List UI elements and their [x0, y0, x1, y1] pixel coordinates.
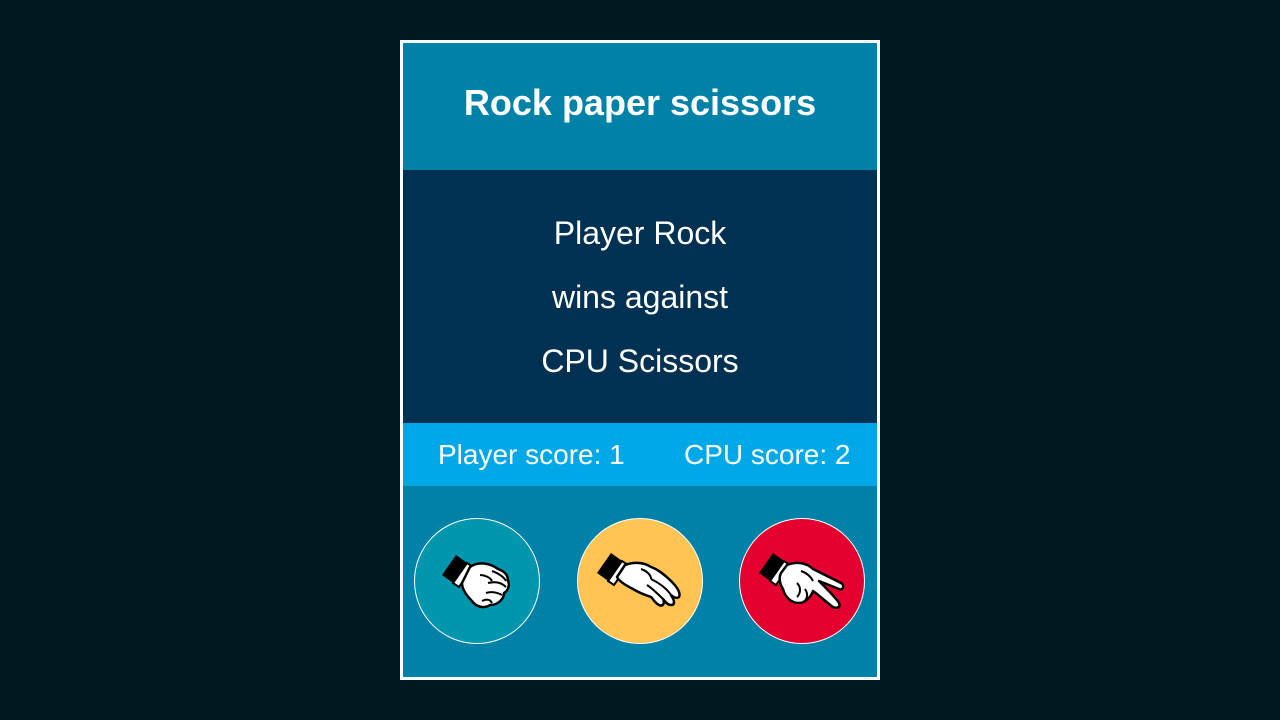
score-bar: Player score: 1 CPU score: 2	[403, 423, 877, 486]
result-player-choice: Player Rock	[553, 215, 727, 251]
game-title: Rock paper scissors	[463, 81, 817, 123]
scissors-button[interactable]	[739, 518, 865, 644]
result-outcome: wins against	[551, 279, 729, 315]
fist-hand-icon	[442, 555, 511, 609]
open-hand-icon	[597, 553, 681, 607]
choices-panel	[403, 486, 877, 677]
game-card: Rock paper scissors Player Rock wins aga…	[400, 40, 880, 680]
peace-hand-icon	[759, 553, 845, 610]
paper-button[interactable]	[577, 518, 703, 644]
result-cpu-choice: CPU Scissors	[541, 343, 739, 379]
header: Rock paper scissors	[403, 43, 877, 170]
cpu-score: CPU score: 2	[684, 439, 851, 470]
player-score: Player score: 1	[438, 439, 625, 470]
result-panel: Player Rock wins against CPU Scissors	[403, 170, 877, 423]
rock-button[interactable]	[414, 518, 540, 644]
